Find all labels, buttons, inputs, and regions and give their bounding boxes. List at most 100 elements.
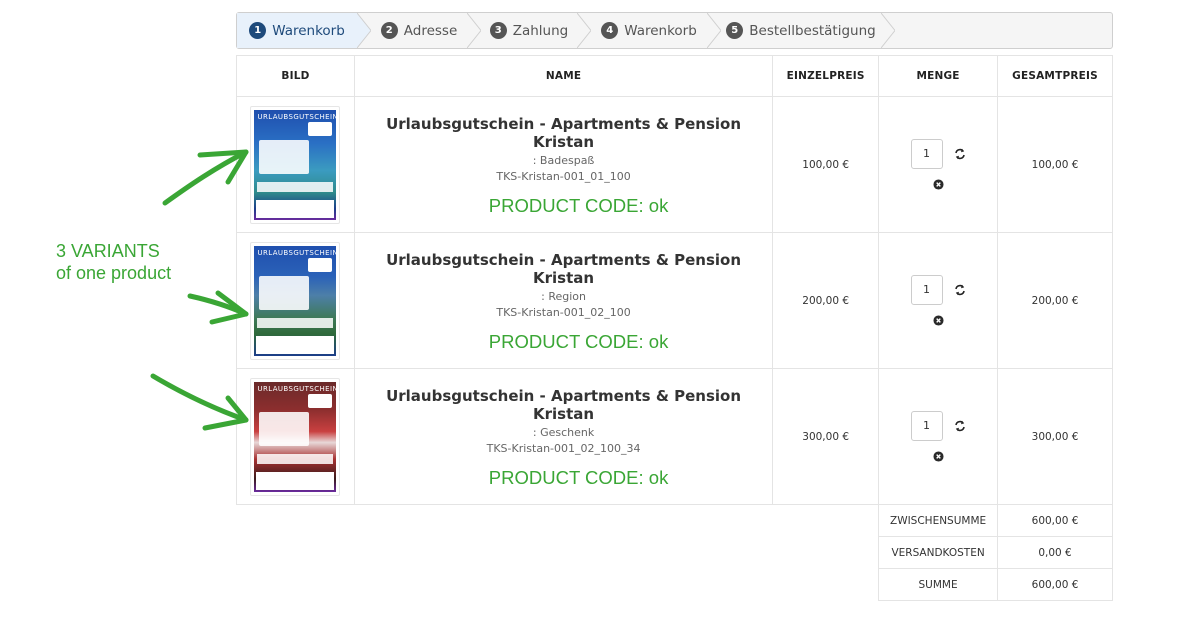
total-value: 600,00 €: [997, 568, 1113, 601]
refresh-icon[interactable]: [954, 284, 966, 296]
summary-spacer: [237, 505, 879, 537]
product-variant: : Badespaß: [532, 153, 595, 167]
product-thumbnail[interactable]: URLAUBSGUTSCHEIN: [250, 377, 341, 496]
step-label: Warenkorb: [272, 22, 345, 39]
product-info-cell: Urlaubsgutschein - Apartments & Pension …: [353, 368, 774, 505]
table-row: URLAUBSGUTSCHEIN Urlaubsgutschein - Apar…: [236, 368, 1113, 505]
step-warenkorb-review[interactable]: 4 Warenkorb: [591, 13, 707, 48]
refresh-icon[interactable]: [954, 420, 966, 432]
quantity-cell: 1: [878, 96, 999, 233]
column-header-unit-price: EINZELPREIS: [772, 55, 880, 97]
total-label: SUMME: [878, 568, 999, 601]
voucher-strip: [257, 453, 334, 464]
product-variant: : Region: [541, 289, 586, 303]
checkout-steps: 1 Warenkorb 2 Adresse 3 Zahlung 4 Warenk…: [236, 12, 1113, 49]
hand-drawn-arrow-icon: [162, 149, 249, 206]
step-separator-icon: [707, 13, 721, 48]
step-separator-icon: [577, 13, 591, 48]
step-label: Warenkorb: [624, 22, 697, 39]
quantity-input[interactable]: 1: [910, 139, 943, 169]
table-header-row: BILD NAME EINZELPREIS MENGE GESAMTPREIS: [236, 55, 1113, 97]
image-cell: URLAUBSGUTSCHEIN: [236, 96, 355, 233]
column-header-quantity: MENGE: [878, 55, 999, 97]
product-code-note: PRODUCT CODE: ok: [488, 330, 669, 352]
product-sku: TKS-Kristan-001_02_100_34: [486, 441, 641, 455]
column-header-image: BILD: [236, 55, 355, 97]
voucher-footer: [256, 199, 335, 218]
step-label: Bestellbestätigung: [749, 22, 876, 39]
row-total: 300,00 €: [997, 368, 1113, 505]
voucher-logo: [308, 393, 333, 408]
step-label: Zahlung: [512, 22, 569, 39]
step-number: 3: [489, 22, 507, 39]
product-info-cell: Urlaubsgutschein - Apartments & Pension …: [353, 232, 774, 369]
step-warenkorb[interactable]: 1 Warenkorb: [237, 13, 357, 48]
quantity-input[interactable]: 1: [910, 411, 943, 441]
cart-table: BILD NAME EINZELPREIS MENGE GESAMTPREIS …: [236, 55, 1113, 601]
summary-row-subtotal: ZWISCHENSUMME 600,00 €: [237, 504, 1113, 537]
annotation-line-2: of one product: [56, 263, 172, 283]
voucher-logo: [308, 257, 333, 272]
annotation-label: 3 VARIANTS of one product: [56, 240, 171, 284]
step-number: 2: [380, 22, 398, 39]
product-name[interactable]: Urlaubsgutschein - Apartments & Pension …: [355, 251, 772, 287]
product-info-cell: Urlaubsgutschein - Apartments & Pension …: [353, 96, 774, 233]
quantity-cell: 1: [878, 232, 999, 369]
table-row: URLAUBSGUTSCHEIN Urlaubsgutschein - Apar…: [236, 232, 1113, 369]
summary-spacer: [237, 569, 879, 601]
step-zahlung[interactable]: 3 Zahlung: [481, 13, 577, 48]
voucher-title: URLAUBSGUTSCHEIN: [257, 112, 337, 121]
voucher-image: URLAUBSGUTSCHEIN: [254, 245, 337, 356]
table-row: URLAUBSGUTSCHEIN Urlaubsgutschein - Apar…: [236, 96, 1113, 233]
hand-drawn-arrow-icon: [150, 373, 249, 431]
voucher-logo: [308, 121, 333, 136]
voucher-strip: [257, 317, 334, 328]
refresh-icon[interactable]: [954, 148, 966, 160]
product-thumbnail[interactable]: URLAUBSGUTSCHEIN: [250, 105, 341, 224]
image-cell: URLAUBSGUTSCHEIN: [236, 232, 355, 369]
voucher-message-card: [259, 411, 310, 446]
step-separator-icon: [357, 13, 371, 48]
product-code-note: PRODUCT CODE: ok: [488, 466, 669, 488]
quantity-input[interactable]: 1: [910, 275, 943, 305]
summary-row-total: SUMME 600,00 €: [237, 568, 1113, 601]
voucher-footer: [256, 335, 335, 354]
shipping-label: VERSANDKOSTEN: [878, 536, 999, 569]
step-adresse[interactable]: 2 Adresse: [371, 13, 467, 48]
unit-price: 200,00 €: [772, 232, 880, 369]
product-code-note: PRODUCT CODE: ok: [488, 194, 669, 216]
step-separator-icon: [467, 13, 481, 48]
voucher-footer: [256, 471, 335, 490]
step-number: 1: [249, 22, 267, 39]
product-sku: TKS-Kristan-001_01_100: [496, 169, 631, 183]
image-cell: URLAUBSGUTSCHEIN: [236, 368, 355, 505]
step-label: Adresse: [403, 22, 458, 39]
step-number: 4: [601, 22, 619, 39]
product-name[interactable]: Urlaubsgutschein - Apartments & Pension …: [355, 387, 772, 423]
voucher-image: URLAUBSGUTSCHEIN: [254, 381, 337, 492]
row-total: 100,00 €: [997, 96, 1113, 233]
voucher-title: URLAUBSGUTSCHEIN: [257, 384, 337, 393]
column-header-total: GESAMTPREIS: [997, 55, 1113, 97]
remove-circle-icon[interactable]: [933, 179, 944, 190]
summary-row-shipping: VERSANDKOSTEN 0,00 €: [237, 536, 1113, 569]
unit-price: 300,00 €: [772, 368, 880, 505]
shipping-value: 0,00 €: [997, 536, 1113, 569]
summary-spacer: [237, 537, 879, 569]
voucher-message-card: [259, 139, 310, 174]
step-separator-icon: [881, 13, 895, 48]
step-bestellbestaetigung[interactable]: 5 Bestellbestätigung: [721, 13, 881, 48]
remove-circle-icon[interactable]: [933, 315, 944, 326]
product-name[interactable]: Urlaubsgutschein - Apartments & Pension …: [355, 115, 772, 151]
voucher-strip: [257, 181, 334, 192]
product-variant: : Geschenk: [532, 425, 595, 439]
row-total: 200,00 €: [997, 232, 1113, 369]
column-header-name: NAME: [353, 55, 774, 97]
voucher-message-card: [259, 275, 310, 310]
subtotal-label: ZWISCHENSUMME: [878, 504, 999, 537]
remove-circle-icon[interactable]: [933, 451, 944, 462]
annotation-line-1: 3 VARIANTS: [56, 241, 160, 261]
product-sku: TKS-Kristan-001_02_100: [496, 305, 631, 319]
voucher-title: URLAUBSGUTSCHEIN: [257, 248, 337, 257]
product-thumbnail[interactable]: URLAUBSGUTSCHEIN: [250, 241, 341, 360]
